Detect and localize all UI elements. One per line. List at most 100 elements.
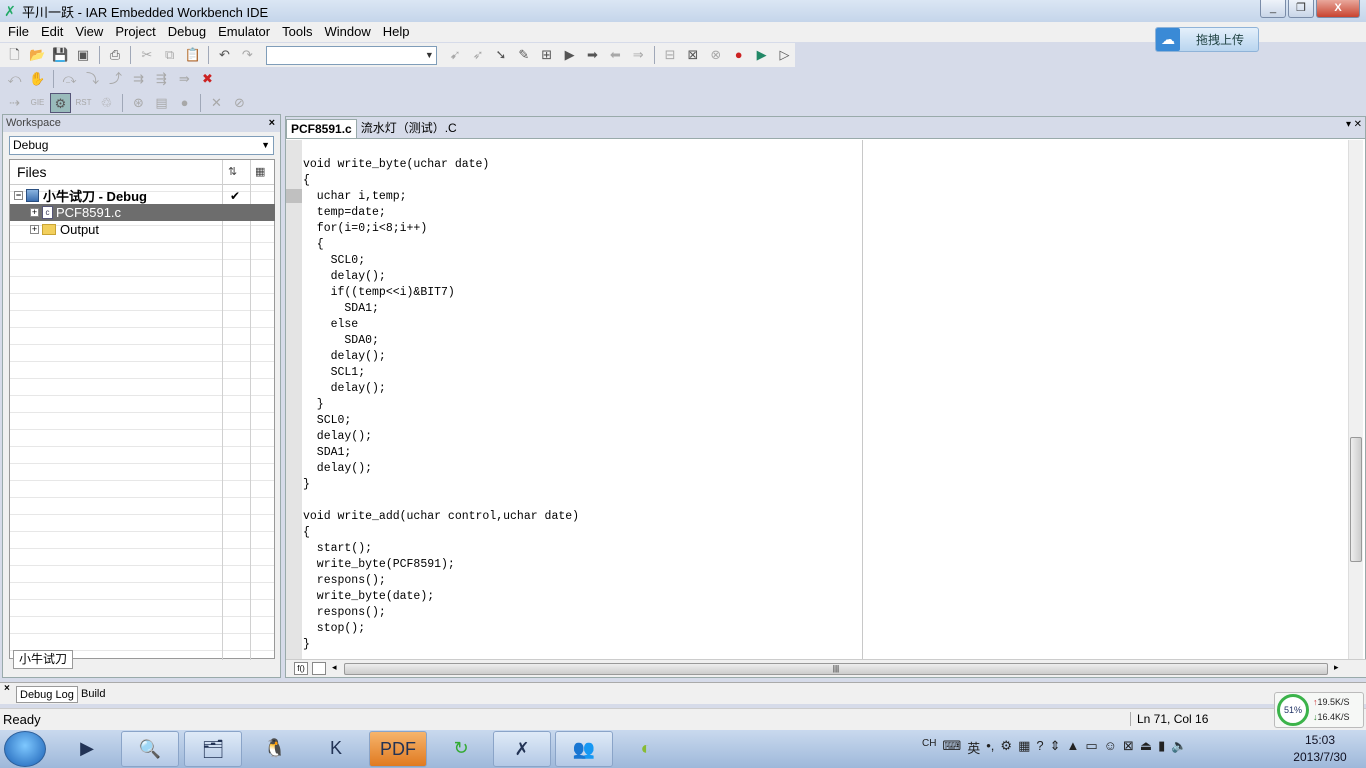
new-file-icon[interactable]: 🗋: [4, 45, 25, 65]
code-area[interactable]: void write_byte(uchar date) { uchar i,tem…: [303, 157, 579, 653]
compile-icon[interactable]: ⊟: [660, 45, 681, 65]
stop-debug-icon[interactable]: ✋: [27, 69, 48, 89]
open-icon[interactable]: 📂: [27, 45, 48, 65]
breakpoint-icon[interactable]: ●: [728, 45, 749, 65]
find-next-icon[interactable]: ➶: [468, 45, 489, 65]
cut-icon[interactable]: ✂: [136, 45, 157, 65]
step-over-icon[interactable]: ⤼: [59, 69, 80, 89]
explorer-icon[interactable]: 🗂: [184, 731, 242, 767]
find-combo[interactable]: ▼: [265, 45, 437, 65]
redo-icon[interactable]: ↷: [237, 45, 258, 65]
ime-icon[interactable]: ⌨: [942, 738, 961, 757]
exit-debug-icon[interactable]: ✖: [197, 69, 218, 89]
goto-icon[interactable]: ➘: [491, 45, 512, 65]
rst-icon[interactable]: RST: [73, 93, 94, 113]
forward-icon[interactable]: ➡: [582, 45, 603, 65]
volume-icon[interactable]: 🔈: [1171, 738, 1187, 757]
tree-row-output[interactable]: + Output: [10, 221, 275, 238]
function-icon[interactable]: f(): [294, 662, 308, 675]
expand-icon[interactable]: +: [30, 208, 39, 217]
tree-row-pcf8591[interactable]: + c PCF8591.c: [10, 204, 275, 221]
kuwo-icon[interactable]: K: [307, 731, 365, 767]
step-out-icon[interactable]: ⤴: [105, 69, 126, 89]
scroll-left-icon[interactable]: ◂: [332, 662, 337, 673]
menu-view[interactable]: View: [69, 22, 109, 42]
menu-project[interactable]: Project: [109, 22, 161, 42]
active-toggle-icon[interactable]: ⚙: [50, 93, 71, 113]
qq-tray-icon[interactable]: ☺: [1104, 738, 1117, 757]
breakpoint-dot-icon[interactable]: ●: [174, 93, 195, 113]
clock[interactable]: 15:03 2013/7/30: [1284, 732, 1356, 766]
menu-debug[interactable]: Debug: [162, 22, 212, 42]
search-app-icon[interactable]: 🔍: [121, 731, 179, 767]
contacts-icon[interactable]: 👥: [555, 731, 613, 767]
undo-icon[interactable]: ↶: [214, 45, 235, 65]
clear-icon[interactable]: ✕: [206, 93, 227, 113]
next-statement-icon[interactable]: ⇉: [128, 69, 149, 89]
menu-emulator[interactable]: Emulator: [212, 22, 276, 42]
menu-file[interactable]: File: [2, 22, 35, 42]
collapse-icon[interactable]: −: [14, 191, 23, 200]
settings-icon[interactable]: ⚙: [1000, 738, 1012, 757]
arrow-up-icon[interactable]: ▲: [1067, 738, 1080, 757]
tab-liushuideng[interactable]: 流水灯（测试）.C: [357, 119, 461, 138]
lang-indicator[interactable]: CH: [922, 738, 936, 757]
pdf-icon[interactable]: PDF: [369, 731, 427, 767]
step-into-icon[interactable]: ⤵: [82, 69, 103, 89]
copy-icon[interactable]: ⧉: [159, 45, 180, 65]
tree-row-project[interactable]: − 小牛试刀 - Debug ✔: [10, 187, 275, 204]
make-icon[interactable]: ⊠: [683, 45, 704, 65]
bookmark-icon[interactable]: ⊞: [536, 45, 557, 65]
refresh-app-icon[interactable]: ↻: [432, 731, 490, 767]
iar-taskbar-icon[interactable]: ✗: [493, 731, 551, 767]
stop-build-icon[interactable]: ⊗: [705, 45, 726, 65]
download-debug-icon[interactable]: ▶: [751, 45, 772, 65]
upload-button[interactable]: ☁ 拖拽上传: [1155, 27, 1259, 52]
device-icon[interactable]: ▭: [1085, 738, 1097, 757]
tab-pcf8591[interactable]: PCF8591.c: [286, 119, 357, 138]
menu-window[interactable]: Window: [318, 22, 376, 42]
network-icon[interactable]: ▮: [1158, 738, 1165, 757]
minimize-button[interactable]: _: [1260, 0, 1286, 18]
punctuation-icon[interactable]: •,: [986, 738, 994, 757]
vertical-scrollbar[interactable]: [1348, 140, 1363, 660]
save-all-icon[interactable]: ▣: [73, 45, 94, 65]
toggle-icon[interactable]: [312, 662, 326, 675]
options-icon[interactable]: ⇅: [228, 165, 237, 178]
close-icon[interactable]: ✕: [1354, 119, 1362, 130]
scrollbar-thumb[interactable]: [1350, 437, 1362, 562]
menu-help[interactable]: Help: [377, 22, 416, 42]
usb-icon[interactable]: ⏏: [1140, 738, 1152, 757]
debug-without-download-icon[interactable]: ▷: [774, 45, 795, 65]
close-button[interactable]: X: [1316, 0, 1360, 18]
start-button[interactable]: [4, 731, 46, 767]
help-icon[interactable]: ?: [1036, 738, 1043, 757]
cycle-icon[interactable]: ♲: [96, 93, 117, 113]
step-icon[interactable]: ⇢: [4, 93, 25, 113]
scrollbar-thumb[interactable]: |||: [344, 663, 1328, 675]
tray-menu-icon[interactable]: ⇕: [1050, 738, 1061, 757]
step-icon[interactable]: ⇒: [628, 45, 649, 65]
back-icon[interactable]: ⬅: [605, 45, 626, 65]
menu-edit[interactable]: Edit: [35, 22, 69, 42]
compare-icon[interactable]: ⊘: [229, 93, 250, 113]
restore-button[interactable]: ❐: [1288, 0, 1314, 18]
menu-tools[interactable]: Tools: [276, 22, 318, 42]
print-icon[interactable]: ⎙: [105, 45, 126, 65]
scroll-right-icon[interactable]: ▸: [1334, 662, 1339, 673]
close-icon[interactable]: ×: [4, 683, 10, 694]
workspace-tab[interactable]: 小牛试刀: [13, 650, 74, 669]
gie-icon[interactable]: GIE: [27, 93, 48, 113]
save-icon[interactable]: 💾: [50, 45, 71, 65]
network-monitor[interactable]: 51% ↑19.5K/S ↓16.4K/S: [1274, 692, 1364, 728]
tab-menu-icon[interactable]: ▾: [1346, 119, 1351, 130]
tab-debug-log[interactable]: Debug Log: [16, 686, 78, 703]
run-to-cursor-icon[interactable]: ⇶: [151, 69, 172, 89]
horizontal-scrollbar[interactable]: f() ◂ ||| ▸: [286, 659, 1366, 677]
register-icon[interactable]: ▤: [151, 93, 172, 113]
browser-icon[interactable]: ◐: [617, 731, 675, 767]
tab-build[interactable]: Build: [78, 686, 108, 703]
close-icon[interactable]: ×: [269, 115, 275, 132]
build-icon[interactable]: ▦: [255, 165, 265, 178]
next-bookmark-icon[interactable]: ▶: [559, 45, 580, 65]
